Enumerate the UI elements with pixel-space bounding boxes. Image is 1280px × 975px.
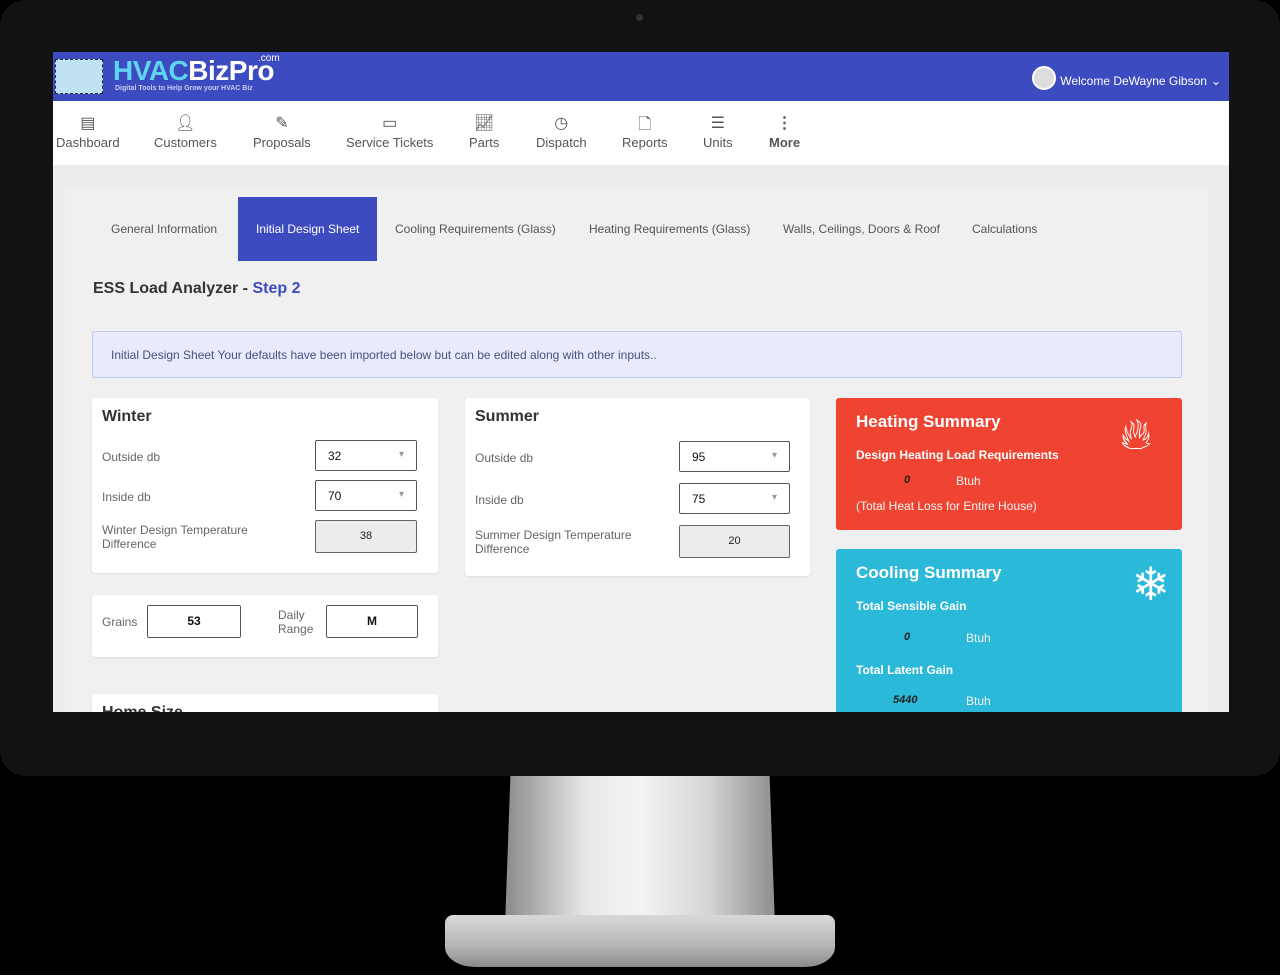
edit-icon: ✎ — [275, 115, 289, 132]
heating-summary-card: Heating Summary 🔥︎ Design Heating Load R… — [836, 398, 1182, 530]
snowflake-icon: ❄ — [1131, 558, 1170, 610]
label: Total Latent Gain — [856, 663, 954, 677]
nav-reports[interactable]: 🗋 Reports — [622, 113, 668, 150]
nav-units[interactable]: ☰ Units — [703, 113, 733, 150]
summer-outside-db-select[interactable]: 95 — [679, 441, 790, 472]
page-title: ESS Load Analyzer - Step 2 — [93, 280, 301, 297]
winter-outside-db-select[interactable]: 32 — [315, 440, 417, 471]
summer-card: Summer Outside db 95 Inside db 75 Summer… — [465, 398, 810, 576]
fire-icon: 🔥︎ — [1119, 410, 1152, 459]
home-size-title: Home Size — [102, 704, 183, 712]
summer-title: Summer — [475, 408, 540, 425]
label: Total Sensible Gain — [856, 599, 967, 613]
grains-input[interactable]: 53 — [147, 605, 241, 638]
summer-temp-difference: 20 — [679, 525, 790, 558]
line-chart-icon: 📈︎ — [474, 115, 495, 132]
nav-proposals[interactable]: ✎ Proposals — [253, 113, 311, 150]
label: Grains — [102, 615, 138, 629]
brand-com: .com — [258, 53, 280, 64]
avatar — [1032, 66, 1057, 90]
nav-dashboard[interactable]: ▤ Dashboard — [56, 113, 120, 150]
grains-card: Grains 53 Daily Range M — [92, 595, 438, 657]
monitor-stand — [505, 776, 775, 926]
winter-inside-db-select[interactable]: 70 — [315, 480, 417, 511]
more-vertical-icon: ⋮ — [776, 115, 793, 132]
nav-customers[interactable]: 👤︎ Customers — [154, 113, 217, 150]
heating-summary-title: Heating Summary — [856, 412, 1001, 431]
home-size-card: Home Size — [92, 694, 438, 712]
unit: Btuh — [966, 694, 991, 708]
tab-cooling-requirements[interactable]: Cooling Requirements (Glass) — [377, 197, 574, 261]
logo-house-icon — [55, 59, 103, 94]
tab-walls-ceilings[interactable]: Walls, Ceilings, Doors & Roof — [765, 197, 958, 261]
label: Outside db — [475, 451, 534, 465]
monitor-base — [445, 915, 835, 967]
summer-inside-db-select[interactable]: 75 — [679, 483, 790, 514]
brand-logo[interactable]: HVACBizPro — [113, 55, 274, 87]
winter-card: Winter Outside db 32 Inside db 70 Winter… — [92, 398, 438, 573]
info-alert: Initial Design Sheet Your defaults have … — [92, 331, 1182, 378]
database-icon: ☰ — [710, 115, 725, 132]
label: Design Heating Load Requirements — [856, 448, 1059, 462]
step-label: Step 2 — [252, 280, 301, 297]
latent-gain-value: 5440 — [893, 694, 918, 706]
note: (Total Heat Loss for Entire House) — [856, 499, 1037, 513]
label: Outside db — [102, 450, 161, 464]
winter-temp-difference: 38 — [315, 520, 417, 553]
nav-parts[interactable]: 📈︎ Parts — [469, 113, 499, 150]
tagline: Digital Tools to Help Grow your HVAC Biz — [115, 85, 253, 92]
label: Daily Range — [278, 608, 314, 636]
nav-dispatch[interactable]: ◷ Dispatch — [536, 113, 587, 150]
label: Inside db — [475, 493, 524, 507]
label: Summer Design Temperature Difference — [475, 528, 632, 556]
cooling-summary-card: Cooling Summary ❄ Total Sensible Gain 0 … — [836, 549, 1182, 712]
nav-service-tickets[interactable]: ▭ Service Tickets — [346, 113, 433, 150]
daily-range-input[interactable]: M — [326, 605, 418, 638]
tab-heating-requirements[interactable]: Heating Requirements (Glass) — [571, 197, 768, 261]
camera — [636, 14, 643, 21]
main-nav: ▤ Dashboard 👤︎ Customers ✎ Proposals ▭ Servi… — [53, 101, 1229, 165]
screen: HVACBizPro .com Digital Tools to Help Gr… — [53, 52, 1229, 712]
chevron-down-icon: ⌄ — [1210, 74, 1221, 88]
winter-title: Winter — [102, 408, 152, 425]
unit: Btuh — [956, 474, 981, 488]
nav-more[interactable]: ⋮ More — [769, 113, 800, 150]
tab-initial-design-sheet[interactable]: Initial Design Sheet — [238, 197, 378, 261]
unit: Btuh — [966, 631, 991, 645]
label: Winter Design Temperature Difference — [102, 523, 248, 551]
credit-card-icon: ▭ — [382, 115, 398, 132]
clock-icon: ◷ — [554, 115, 569, 132]
sensible-gain-value: 0 — [904, 631, 911, 643]
heating-load-value: 0 — [904, 474, 911, 486]
tab-general-information[interactable]: General Information — [93, 197, 235, 261]
user-icon: 👤︎ — [175, 115, 196, 132]
label: Inside db — [102, 490, 151, 504]
file-icon: 🗋 — [638, 116, 652, 133]
user-menu[interactable]: Welcome DeWayne Gibson ⌄ — [1032, 66, 1221, 93]
tab-calculations[interactable]: Calculations — [954, 197, 1055, 261]
dashboard-icon: ▤ — [80, 115, 96, 132]
cooling-summary-title: Cooling Summary — [856, 563, 1002, 582]
content-panel: General Information Initial Design Sheet… — [65, 188, 1209, 712]
header: HVACBizPro .com Digital Tools to Help Gr… — [53, 52, 1229, 101]
